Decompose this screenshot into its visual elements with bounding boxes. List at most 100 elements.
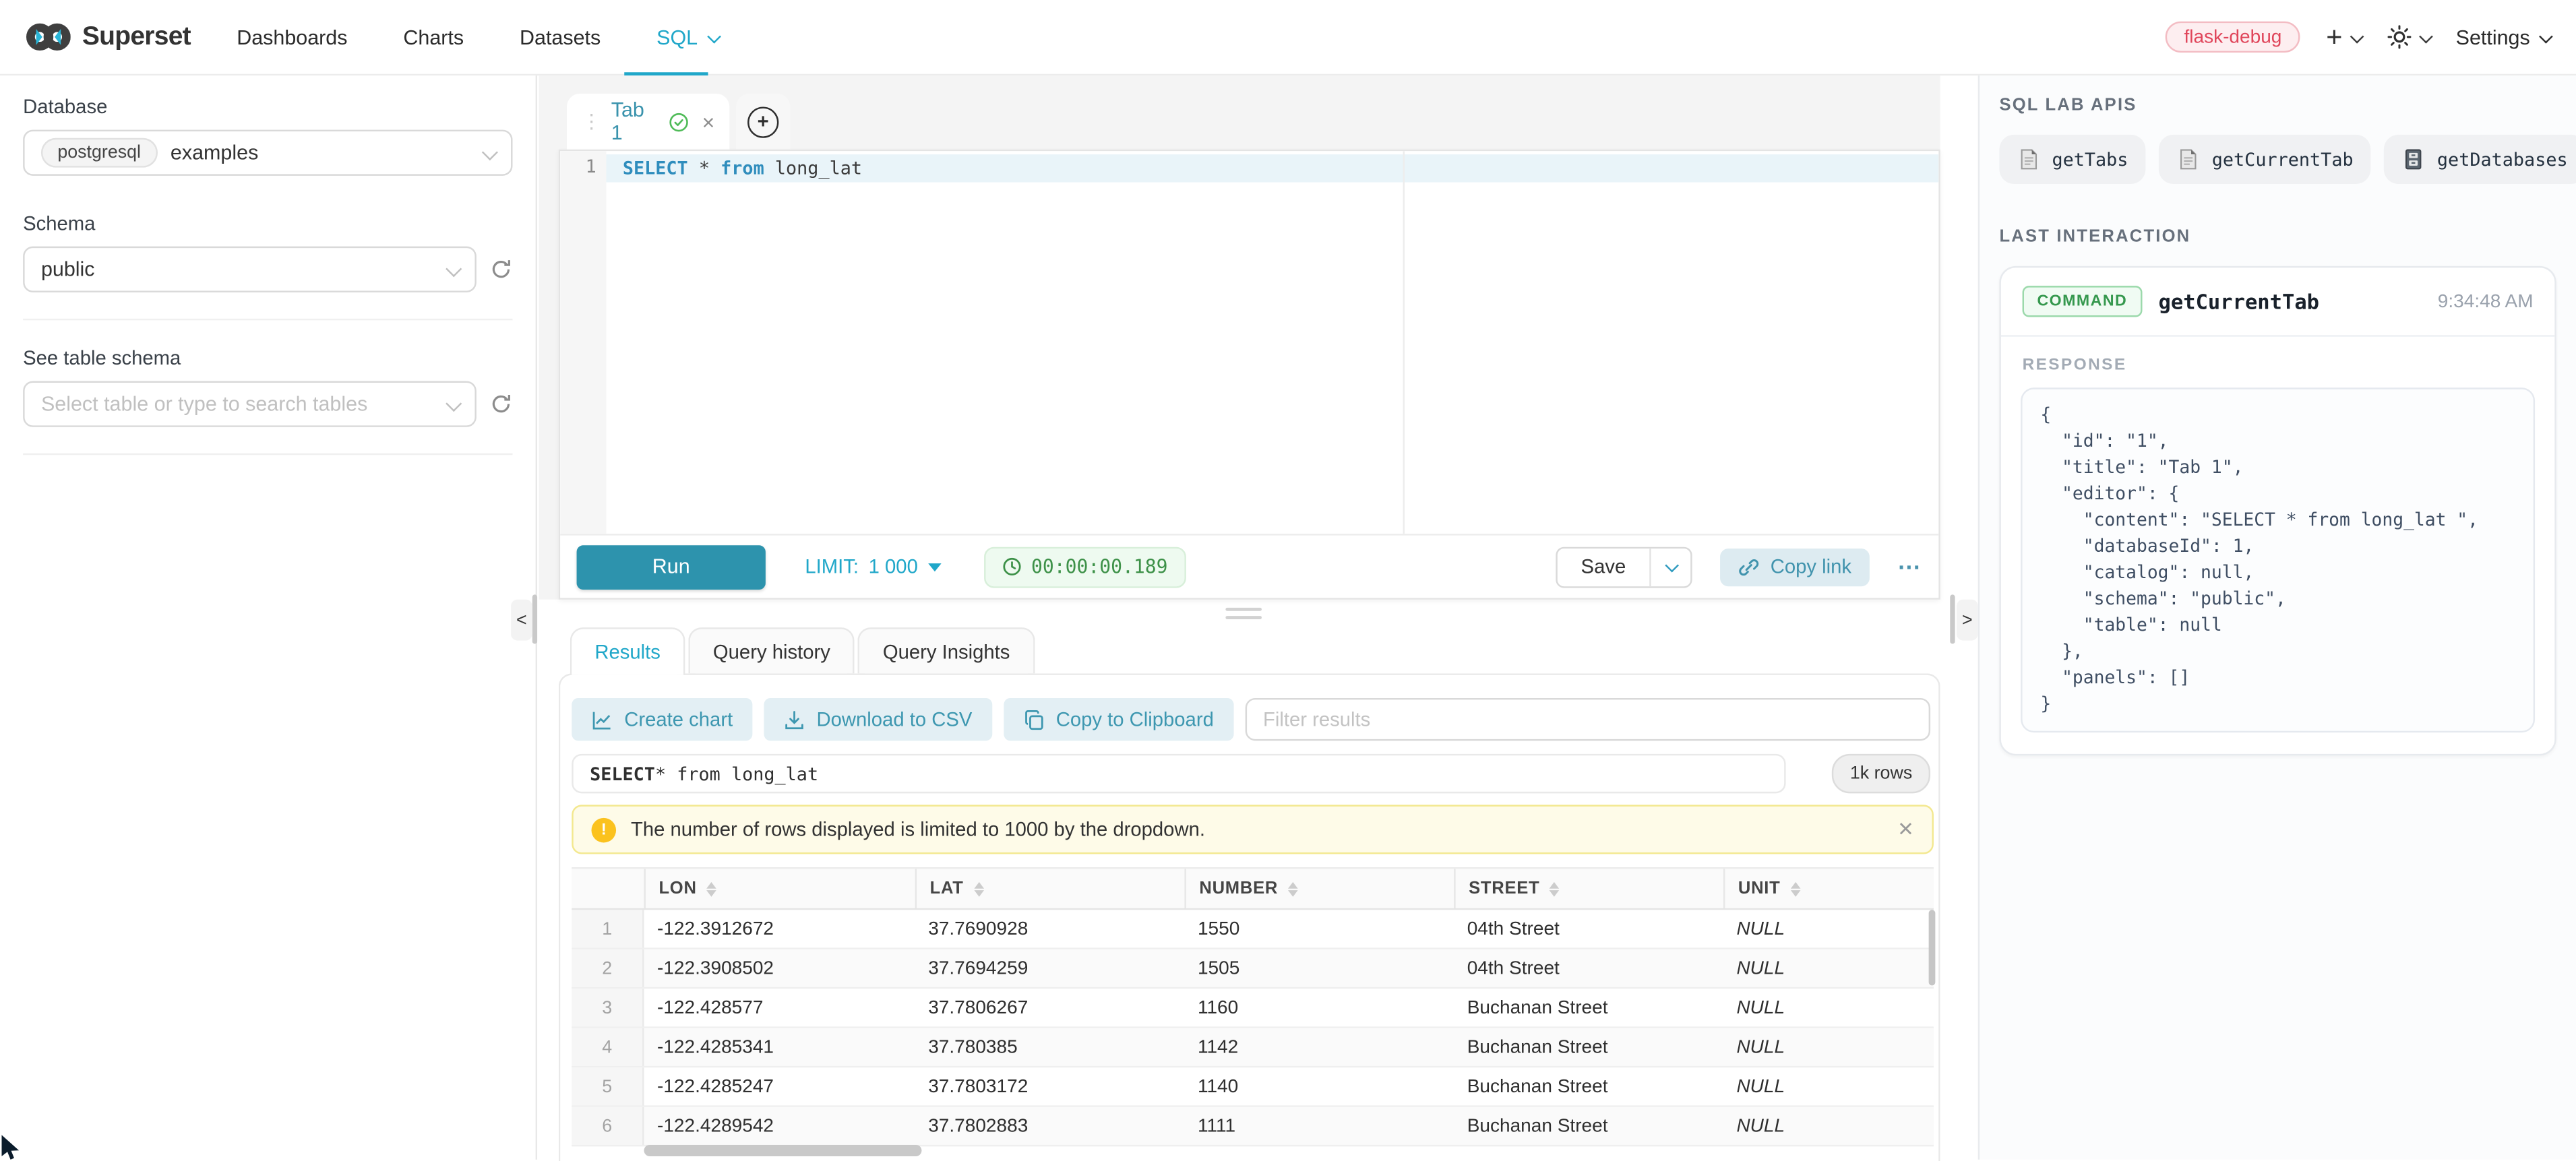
command-timestamp: 9:34:48 AM bbox=[2438, 292, 2534, 311]
table-select[interactable]: Select table or type to search tables bbox=[23, 381, 477, 427]
tab-query-history[interactable]: Query history bbox=[688, 627, 855, 673]
print-margin-line bbox=[1403, 151, 1405, 534]
database-engine-tag: postgresql bbox=[41, 138, 157, 168]
table-body: 1-122.391267237.7690928155004th StreetNU… bbox=[572, 910, 1934, 1146]
chevron-down-icon bbox=[706, 29, 720, 43]
table-row: 6-122.428954237.78028831111Buchanan Stre… bbox=[572, 1107, 1934, 1147]
rightpanel-resize-bar[interactable] bbox=[1950, 594, 1955, 644]
row-number-cell: 2 bbox=[572, 949, 644, 987]
api-button-getdatabases[interactable]: getDatabases bbox=[2385, 135, 2576, 184]
table-cell: NULL bbox=[1723, 989, 1934, 1026]
nav-item-sql[interactable]: SQL bbox=[656, 26, 717, 49]
schema-label: Schema bbox=[23, 212, 512, 234]
sort-icon[interactable] bbox=[706, 881, 716, 896]
table-row: 2-122.390850237.7694259150504th StreetNU… bbox=[572, 949, 1934, 989]
table-row: 5-122.428524737.78031721140Buchanan Stre… bbox=[572, 1067, 1934, 1107]
add-new-button[interactable]: + bbox=[2326, 23, 2360, 51]
row-number-cell: 3 bbox=[572, 989, 644, 1026]
row-number-cell: 6 bbox=[572, 1107, 644, 1145]
table-cell: 37.7803172 bbox=[915, 1067, 1185, 1105]
create-chart-label: Create chart bbox=[624, 708, 733, 731]
limit-dropdown[interactable]: LIMIT: 1 000 bbox=[805, 555, 941, 578]
table-cell: -122.3912672 bbox=[644, 910, 915, 947]
download-csv-button[interactable]: Download to CSV bbox=[764, 698, 992, 741]
vertical-scrollbar-thumb[interactable] bbox=[1929, 910, 1936, 985]
run-toolbar: Run LIMIT: 1 000 00:00:00.189 bbox=[560, 534, 1938, 598]
results-table: LONLATNUMBERSTREETUNIT 1-122.391267237.7… bbox=[572, 867, 1934, 1146]
column-header-street[interactable]: STREET bbox=[1454, 869, 1723, 908]
command-name: getCurrentTab bbox=[2159, 289, 2319, 314]
chart-icon bbox=[592, 709, 613, 730]
pane-resize-handle[interactable] bbox=[1225, 606, 1262, 621]
collapse-sidebar-button[interactable]: < bbox=[511, 600, 532, 641]
clock-icon bbox=[1002, 557, 1021, 576]
copy-clipboard-button[interactable]: Copy to Clipboard bbox=[1004, 698, 1233, 741]
save-split-button[interactable]: Save bbox=[1556, 546, 1692, 587]
chevron-down-icon bbox=[2419, 29, 2433, 43]
schema-select[interactable]: public bbox=[23, 247, 477, 292]
database-select[interactable]: postgresql examples bbox=[23, 130, 512, 176]
sort-icon[interactable] bbox=[1550, 881, 1560, 896]
nav-item-datasets[interactable]: Datasets bbox=[520, 26, 601, 49]
table-cell: 37.7806267 bbox=[915, 989, 1185, 1026]
close-tab-icon[interactable]: × bbox=[702, 109, 715, 134]
nav-item-charts[interactable]: Charts bbox=[403, 26, 464, 49]
executed-query-preview: SELECT * from long_lat bbox=[572, 754, 1785, 794]
results-body: Create chart Download to CSV Copy to Cli… bbox=[559, 673, 1940, 1161]
column-header-lon[interactable]: LON bbox=[644, 869, 915, 908]
table-row: 1-122.391267237.7690928155004th StreetNU… bbox=[572, 910, 1934, 949]
settings-menu[interactable]: Settings bbox=[2456, 26, 2550, 49]
api-buttons-row: getTabsgetCurrentTabgetDatabases bbox=[1999, 135, 2556, 184]
timer-value: 00:00:00.189 bbox=[1031, 555, 1168, 578]
new-tab-button[interactable]: + bbox=[736, 94, 790, 150]
collapse-rightpanel-button[interactable]: > bbox=[1957, 600, 1978, 641]
editor-background: ⋮ Tab 1 × + 1 SELECT * from long_lat bbox=[539, 75, 1940, 600]
sort-icon[interactable] bbox=[1288, 881, 1298, 896]
sidebar-resize-bar[interactable] bbox=[532, 594, 537, 644]
link-icon bbox=[1738, 556, 1759, 577]
chevron-down-icon bbox=[2350, 29, 2364, 43]
table-cell: -122.4285341 bbox=[644, 1028, 915, 1066]
filter-results-input[interactable] bbox=[1245, 698, 1930, 741]
row-number-cell: 5 bbox=[572, 1067, 644, 1105]
chevron-down-icon bbox=[446, 395, 462, 411]
api-button-getcurrenttab[interactable]: getCurrentTab bbox=[2159, 135, 2372, 184]
run-button[interactable]: Run bbox=[577, 544, 766, 589]
tab-results[interactable]: Results bbox=[570, 627, 685, 675]
table-row: 4-122.428534137.7803851142Buchanan Stree… bbox=[572, 1028, 1934, 1068]
horizontal-scrollbar-thumb[interactable] bbox=[644, 1145, 922, 1156]
column-header-number[interactable]: NUMBER bbox=[1184, 869, 1454, 908]
table-cell: 37.7690928 bbox=[915, 910, 1185, 947]
refresh-schema-icon[interactable] bbox=[489, 258, 512, 281]
nav-item-dashboards[interactable]: Dashboards bbox=[237, 26, 347, 49]
superset-logo[interactable]: Superset bbox=[26, 22, 191, 53]
sql-text: * bbox=[688, 158, 720, 179]
download-csv-label: Download to CSV bbox=[817, 708, 973, 731]
table-cell: -122.428577 bbox=[644, 989, 915, 1026]
create-chart-button[interactable]: Create chart bbox=[572, 698, 752, 741]
column-header-unit[interactable]: UNIT bbox=[1723, 869, 1934, 908]
sql-text: long_lat bbox=[764, 158, 862, 179]
api-button-gettabs[interactable]: getTabs bbox=[1999, 135, 2146, 184]
table-cell: 1160 bbox=[1184, 989, 1454, 1026]
editor-tab[interactable]: ⋮ Tab 1 × bbox=[567, 94, 729, 150]
sql-editor[interactable]: 1 SELECT * from long_lat bbox=[560, 151, 1938, 534]
theme-toggle-button[interactable] bbox=[2387, 25, 2429, 50]
limit-label: LIMIT: bbox=[805, 555, 859, 578]
copy-link-button[interactable]: Copy link bbox=[1719, 548, 1870, 586]
close-warning-icon[interactable]: ✕ bbox=[1897, 818, 1914, 841]
column-header-lat[interactable]: LAT bbox=[915, 869, 1185, 908]
editor-tab-title[interactable]: Tab 1 bbox=[611, 98, 659, 144]
api-panel-title: SQL LAB APIS bbox=[1999, 95, 2556, 115]
sort-icon[interactable] bbox=[1790, 881, 1800, 896]
plus-circle-icon: + bbox=[747, 106, 778, 137]
save-button[interactable]: Save bbox=[1558, 548, 1649, 586]
table-cell: -122.4285247 bbox=[644, 1067, 915, 1105]
drag-grip-icon[interactable]: ⋮ bbox=[582, 112, 601, 131]
sort-icon[interactable] bbox=[973, 881, 983, 896]
table-cell: 37.780385 bbox=[915, 1028, 1185, 1066]
tab-query-insights[interactable]: Query Insights bbox=[858, 627, 1035, 673]
refresh-tables-icon[interactable] bbox=[489, 393, 512, 416]
save-dropdown-caret[interactable] bbox=[1649, 548, 1690, 586]
more-actions-button[interactable]: ⋯ bbox=[1897, 553, 1922, 580]
